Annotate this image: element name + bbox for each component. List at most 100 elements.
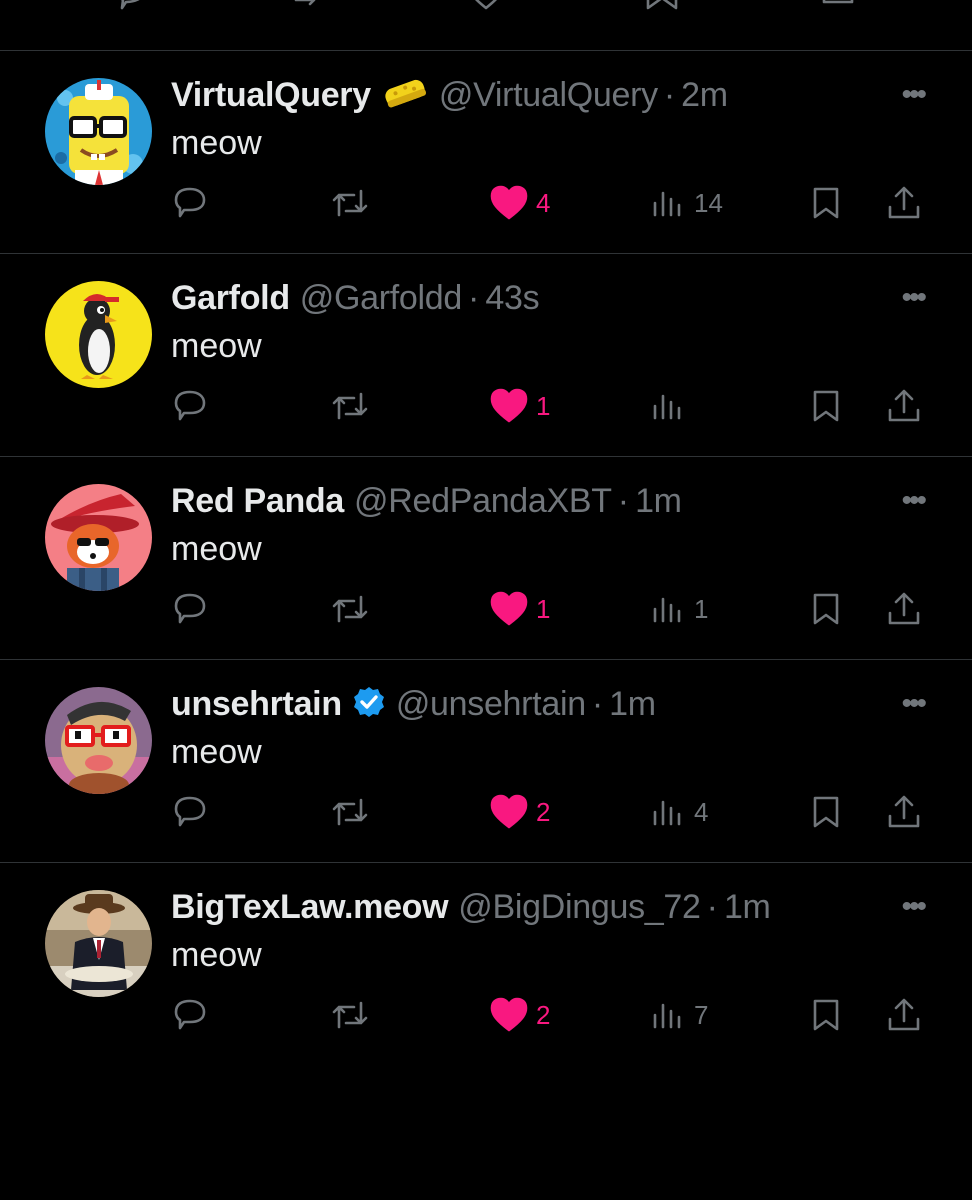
heart-filled-icon [490, 185, 528, 220]
retweet-button[interactable] [330, 587, 370, 631]
views-icon [653, 597, 681, 623]
reply-button[interactable] [172, 790, 208, 834]
retweet-button[interactable] [330, 384, 370, 428]
reply-icon [174, 796, 206, 827]
share-button[interactable] [886, 993, 922, 1037]
views-button[interactable]: 14 [650, 181, 723, 225]
reply-button[interactable] [172, 993, 208, 1037]
share-button[interactable] [886, 790, 922, 834]
reply-icon[interactable] [112, 0, 152, 27]
retweet-button[interactable] [330, 993, 370, 1037]
views-button[interactable]: 4 [650, 790, 708, 834]
avatar[interactable] [45, 890, 152, 997]
display-name[interactable]: Garfold [171, 279, 290, 318]
bookmark-button[interactable] [808, 587, 844, 631]
bookmark-button[interactable] [808, 993, 844, 1037]
tweet[interactable]: Garfold @Garfoldd · 43s ••• meow 1 [0, 254, 972, 457]
timestamp[interactable]: 43s [485, 279, 539, 318]
views-button[interactable]: 1 [650, 587, 708, 631]
heart-filled-icon [490, 388, 528, 423]
handle[interactable]: @unsehrtain [396, 685, 586, 724]
reply-icon [174, 999, 206, 1030]
avatar[interactable] [45, 78, 152, 185]
timestamp[interactable]: 2m [681, 76, 728, 115]
bookmark-button[interactable] [808, 181, 844, 225]
heart-filled-icon [490, 794, 528, 829]
retweet-button[interactable] [330, 790, 370, 834]
tweet-header: Red Panda @RedPandaXBT · 1m [171, 479, 682, 523]
previous-tweet-actions [0, 0, 972, 51]
timestamp[interactable]: 1m [609, 685, 656, 724]
bookmark-button[interactable] [808, 384, 844, 428]
tweet-header: Garfold @Garfoldd · 43s [171, 276, 540, 320]
like-count: 2 [536, 999, 551, 1030]
share-icon[interactable] [818, 0, 858, 27]
handle[interactable]: @BigDingus_72 [458, 888, 701, 927]
views-button[interactable]: 7 [650, 993, 708, 1037]
share-icon [888, 592, 920, 625]
bookmark-button[interactable] [808, 790, 844, 834]
avatar[interactable] [45, 281, 152, 388]
like-button[interactable]: 1 [490, 384, 550, 428]
handle[interactable]: @VirtualQuery [439, 76, 658, 115]
bookmark-icon [813, 796, 839, 828]
timestamp[interactable]: 1m [635, 482, 682, 521]
share-button[interactable] [886, 384, 922, 428]
share-button[interactable] [886, 181, 922, 225]
view-count: 1 [694, 593, 709, 624]
more-options-icon[interactable]: ••• [901, 682, 926, 726]
tweet[interactable]: BigTexLaw.meow @BigDingus_72 · 1m ••• me… [0, 863, 972, 1066]
tweet-actions: 2 7 [0, 993, 972, 1037]
tweet[interactable]: VirtualQuery @VirtualQuery · 2m ••• meow [0, 51, 972, 254]
share-icon [888, 795, 920, 828]
more-options-icon[interactable]: ••• [901, 479, 926, 523]
tweet-text: meow [171, 530, 262, 568]
heart-filled-icon [490, 997, 528, 1032]
share-button[interactable] [886, 587, 922, 631]
avatar[interactable] [45, 687, 152, 794]
display-name[interactable]: BigTexLaw.meow [171, 888, 449, 927]
more-options-icon[interactable]: ••• [901, 885, 926, 929]
bookmark-icon [813, 390, 839, 422]
like-button[interactable]: 2 [490, 993, 550, 1037]
reply-icon [174, 187, 206, 218]
separator: · [617, 481, 630, 520]
views-icon [653, 800, 681, 826]
more-options-icon[interactable]: ••• [901, 276, 926, 320]
display-name[interactable]: Red Panda [171, 482, 344, 521]
like-icon[interactable] [466, 0, 506, 27]
more-options-icon[interactable]: ••• [901, 73, 926, 117]
separator: · [591, 684, 604, 723]
handle[interactable]: @Garfoldd [300, 279, 463, 318]
display-name[interactable]: VirtualQuery [171, 76, 371, 115]
reply-button[interactable] [172, 384, 208, 428]
reply-icon [174, 593, 206, 624]
bookmark-icon [813, 999, 839, 1031]
retweet-icon[interactable] [290, 0, 330, 27]
separator: · [706, 887, 718, 926]
tweet[interactable]: unsehrtain @unsehrtain · 1m ••• meow 2 4 [0, 660, 972, 863]
reply-button[interactable] [172, 587, 208, 631]
views-icon [653, 1003, 681, 1029]
bookmark-icon[interactable] [642, 0, 682, 27]
avatar[interactable] [45, 484, 152, 591]
reply-button[interactable] [172, 181, 208, 225]
views-button[interactable] [650, 384, 694, 428]
tweet-actions: 1 [0, 384, 972, 428]
timestamp[interactable]: 1m [724, 888, 771, 927]
tweet[interactable]: Red Panda @RedPandaXBT · 1m ••• meow 1 1 [0, 457, 972, 660]
tweet-actions: 4 14 [0, 181, 972, 225]
retweet-icon [332, 189, 368, 217]
tweet-header: unsehrtain @unsehrtain · 1m [171, 682, 656, 726]
bookmark-icon [813, 593, 839, 625]
display-name[interactable]: unsehrtain [171, 685, 342, 724]
share-icon [888, 998, 920, 1031]
like-button[interactable]: 4 [490, 181, 550, 225]
like-count: 1 [536, 390, 551, 421]
like-button[interactable]: 1 [490, 587, 550, 631]
like-button[interactable]: 2 [490, 790, 550, 834]
retweet-button[interactable] [330, 181, 370, 225]
retweet-icon [332, 392, 368, 420]
sponge-emoji [381, 75, 429, 116]
handle[interactable]: @RedPandaXBT [354, 482, 612, 521]
